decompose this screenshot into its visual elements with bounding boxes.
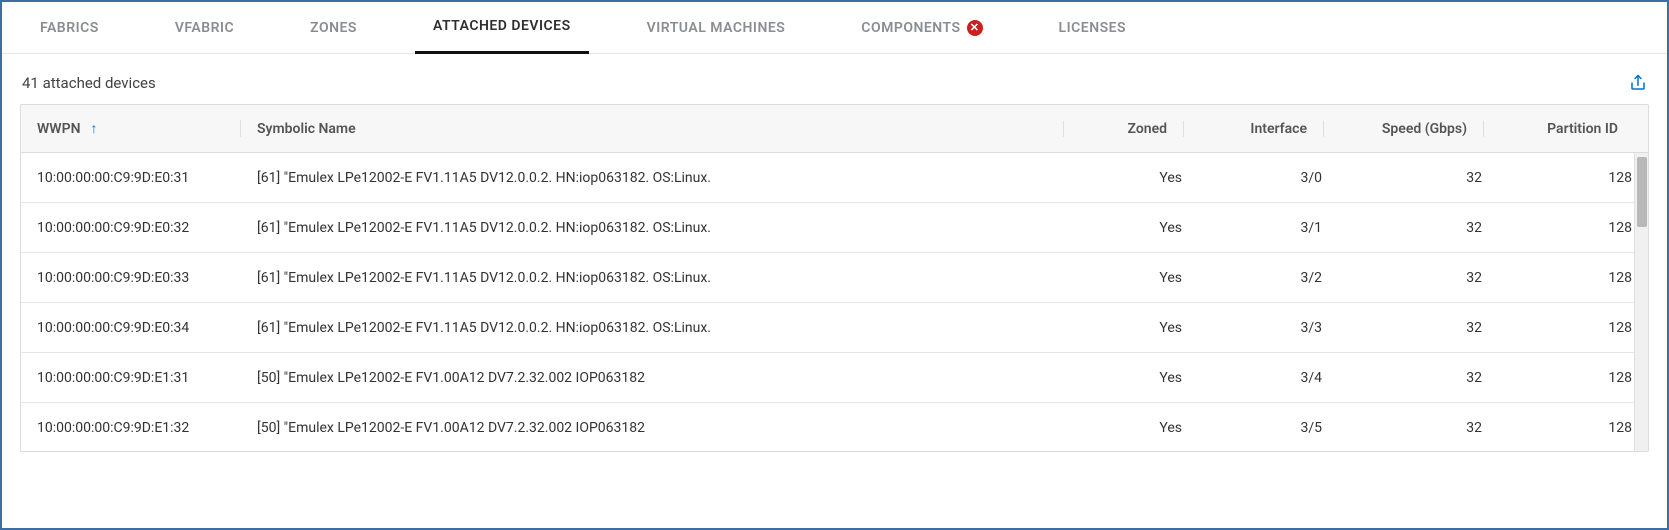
col-header-symbolic-name[interactable]: Symbolic Name (241, 121, 1064, 137)
cell-pid: 128 (1498, 270, 1648, 286)
cell-zoned: Yes (1078, 370, 1198, 386)
cell-pid: 128 (1498, 220, 1648, 236)
cell-name: [50] "Emulex LPe12002-E FV1.00A12 DV7.2.… (241, 420, 1078, 436)
cell-iface: 3/4 (1198, 370, 1338, 386)
col-header-label: Speed (Gbps) (1382, 121, 1467, 137)
cell-speed: 32 (1338, 320, 1498, 336)
col-header-speed[interactable]: Speed (Gbps) (1324, 121, 1484, 137)
tab-vfabric[interactable]: VFABRIC (157, 2, 252, 54)
table-row[interactable]: 10:00:00:00:C9:9D:E0:32 [61] "Emulex LPe… (21, 203, 1648, 253)
summary-row: 41 attached devices (20, 74, 1649, 92)
tab-label: LICENSES (1059, 20, 1127, 36)
device-count-label: 41 attached devices (22, 74, 156, 92)
cell-iface: 3/2 (1198, 270, 1338, 286)
error-icon: ✕ (967, 20, 983, 36)
cell-speed: 32 (1338, 170, 1498, 186)
col-header-label: WWPN (37, 121, 80, 137)
col-header-wwpn[interactable]: WWPN ↑ (21, 120, 241, 137)
col-header-interface[interactable]: Interface (1184, 121, 1324, 137)
cell-name: [50] "Emulex LPe12002-E FV1.00A12 DV7.2.… (241, 370, 1078, 386)
content-area: 41 attached devices WWPN ↑ Symbolic Name (2, 54, 1667, 452)
cell-name: [61] "Emulex LPe12002-E FV1.11A5 DV12.0.… (241, 220, 1078, 236)
tab-attached-devices[interactable]: ATTACHED DEVICES (415, 2, 589, 54)
cell-zoned: Yes (1078, 320, 1198, 336)
cell-wwpn: 10:00:00:00:C9:9D:E1:31 (21, 370, 241, 386)
cell-pid: 128 (1498, 170, 1648, 186)
cell-name: [61] "Emulex LPe12002-E FV1.11A5 DV12.0.… (241, 170, 1078, 186)
cell-iface: 3/0 (1198, 170, 1338, 186)
cell-pid: 128 (1498, 370, 1648, 386)
export-icon[interactable] (1629, 74, 1647, 92)
tab-bar: FABRICS VFABRIC ZONES ATTACHED DEVICES V… (2, 2, 1667, 54)
tab-label: ATTACHED DEVICES (433, 18, 571, 34)
cell-wwpn: 10:00:00:00:C9:9D:E0:31 (21, 170, 241, 186)
tab-label: VIRTUAL MACHINES (647, 20, 786, 36)
cell-speed: 32 (1338, 220, 1498, 236)
cell-zoned: Yes (1078, 420, 1198, 436)
col-header-partition-id[interactable]: Partition ID (1484, 121, 1634, 137)
cell-zoned: Yes (1078, 220, 1198, 236)
cell-iface: 3/5 (1198, 420, 1338, 436)
cell-wwpn: 10:00:00:00:C9:9D:E1:32 (21, 420, 241, 436)
tab-label: COMPONENTS (861, 20, 960, 36)
cell-wwpn: 10:00:00:00:C9:9D:E0:33 (21, 270, 241, 286)
cell-pid: 128 (1498, 320, 1648, 336)
tab-label: VFABRIC (175, 20, 234, 36)
col-header-label: Symbolic Name (257, 121, 356, 137)
tab-label: ZONES (310, 20, 357, 36)
tab-fabrics[interactable]: FABRICS (22, 2, 117, 54)
tab-components[interactable]: COMPONENTS ✕ (843, 2, 1000, 54)
cell-zoned: Yes (1078, 170, 1198, 186)
cell-wwpn: 10:00:00:00:C9:9D:E0:34 (21, 320, 241, 336)
col-header-label: Partition ID (1547, 121, 1618, 137)
cell-speed: 32 (1338, 420, 1498, 436)
cell-name: [61] "Emulex LPe12002-E FV1.11A5 DV12.0.… (241, 320, 1078, 336)
scrollbar-thumb[interactable] (1637, 157, 1647, 227)
table-row[interactable]: 10:00:00:00:C9:9D:E0:33 [61] "Emulex LPe… (21, 253, 1648, 303)
cell-iface: 3/1 (1198, 220, 1338, 236)
table-row[interactable]: 10:00:00:00:C9:9D:E1:32 [50] "Emulex LPe… (21, 403, 1648, 451)
table-body: 10:00:00:00:C9:9D:E0:31 [61] "Emulex LPe… (21, 153, 1648, 451)
table-row[interactable]: 10:00:00:00:C9:9D:E0:34 [61] "Emulex LPe… (21, 303, 1648, 353)
table-row[interactable]: 10:00:00:00:C9:9D:E0:31 [61] "Emulex LPe… (21, 153, 1648, 203)
cell-zoned: Yes (1078, 270, 1198, 286)
col-header-label: Zoned (1128, 121, 1167, 137)
tab-licenses[interactable]: LICENSES (1041, 2, 1145, 54)
cell-speed: 32 (1338, 370, 1498, 386)
cell-name: [61] "Emulex LPe12002-E FV1.11A5 DV12.0.… (241, 270, 1078, 286)
cell-iface: 3/3 (1198, 320, 1338, 336)
tab-label: FABRICS (40, 20, 99, 36)
cell-wwpn: 10:00:00:00:C9:9D:E0:32 (21, 220, 241, 236)
scrollbar-track[interactable] (1634, 153, 1648, 451)
tab-virtual-machines[interactable]: VIRTUAL MACHINES (629, 2, 804, 54)
app-frame: FABRICS VFABRIC ZONES ATTACHED DEVICES V… (0, 0, 1669, 530)
cell-pid: 128 (1498, 420, 1648, 436)
cell-speed: 32 (1338, 270, 1498, 286)
devices-table: WWPN ↑ Symbolic Name Zoned Interface Spe… (20, 104, 1649, 452)
sort-asc-icon: ↑ (90, 120, 97, 137)
table-row[interactable]: 10:00:00:00:C9:9D:E1:31 [50] "Emulex LPe… (21, 353, 1648, 403)
col-header-label: Interface (1250, 121, 1307, 137)
tab-zones[interactable]: ZONES (292, 2, 375, 54)
col-header-zoned[interactable]: Zoned (1064, 121, 1184, 137)
table-header: WWPN ↑ Symbolic Name Zoned Interface Spe… (21, 105, 1648, 153)
table-body-wrapper: 10:00:00:00:C9:9D:E0:31 [61] "Emulex LPe… (21, 153, 1648, 451)
